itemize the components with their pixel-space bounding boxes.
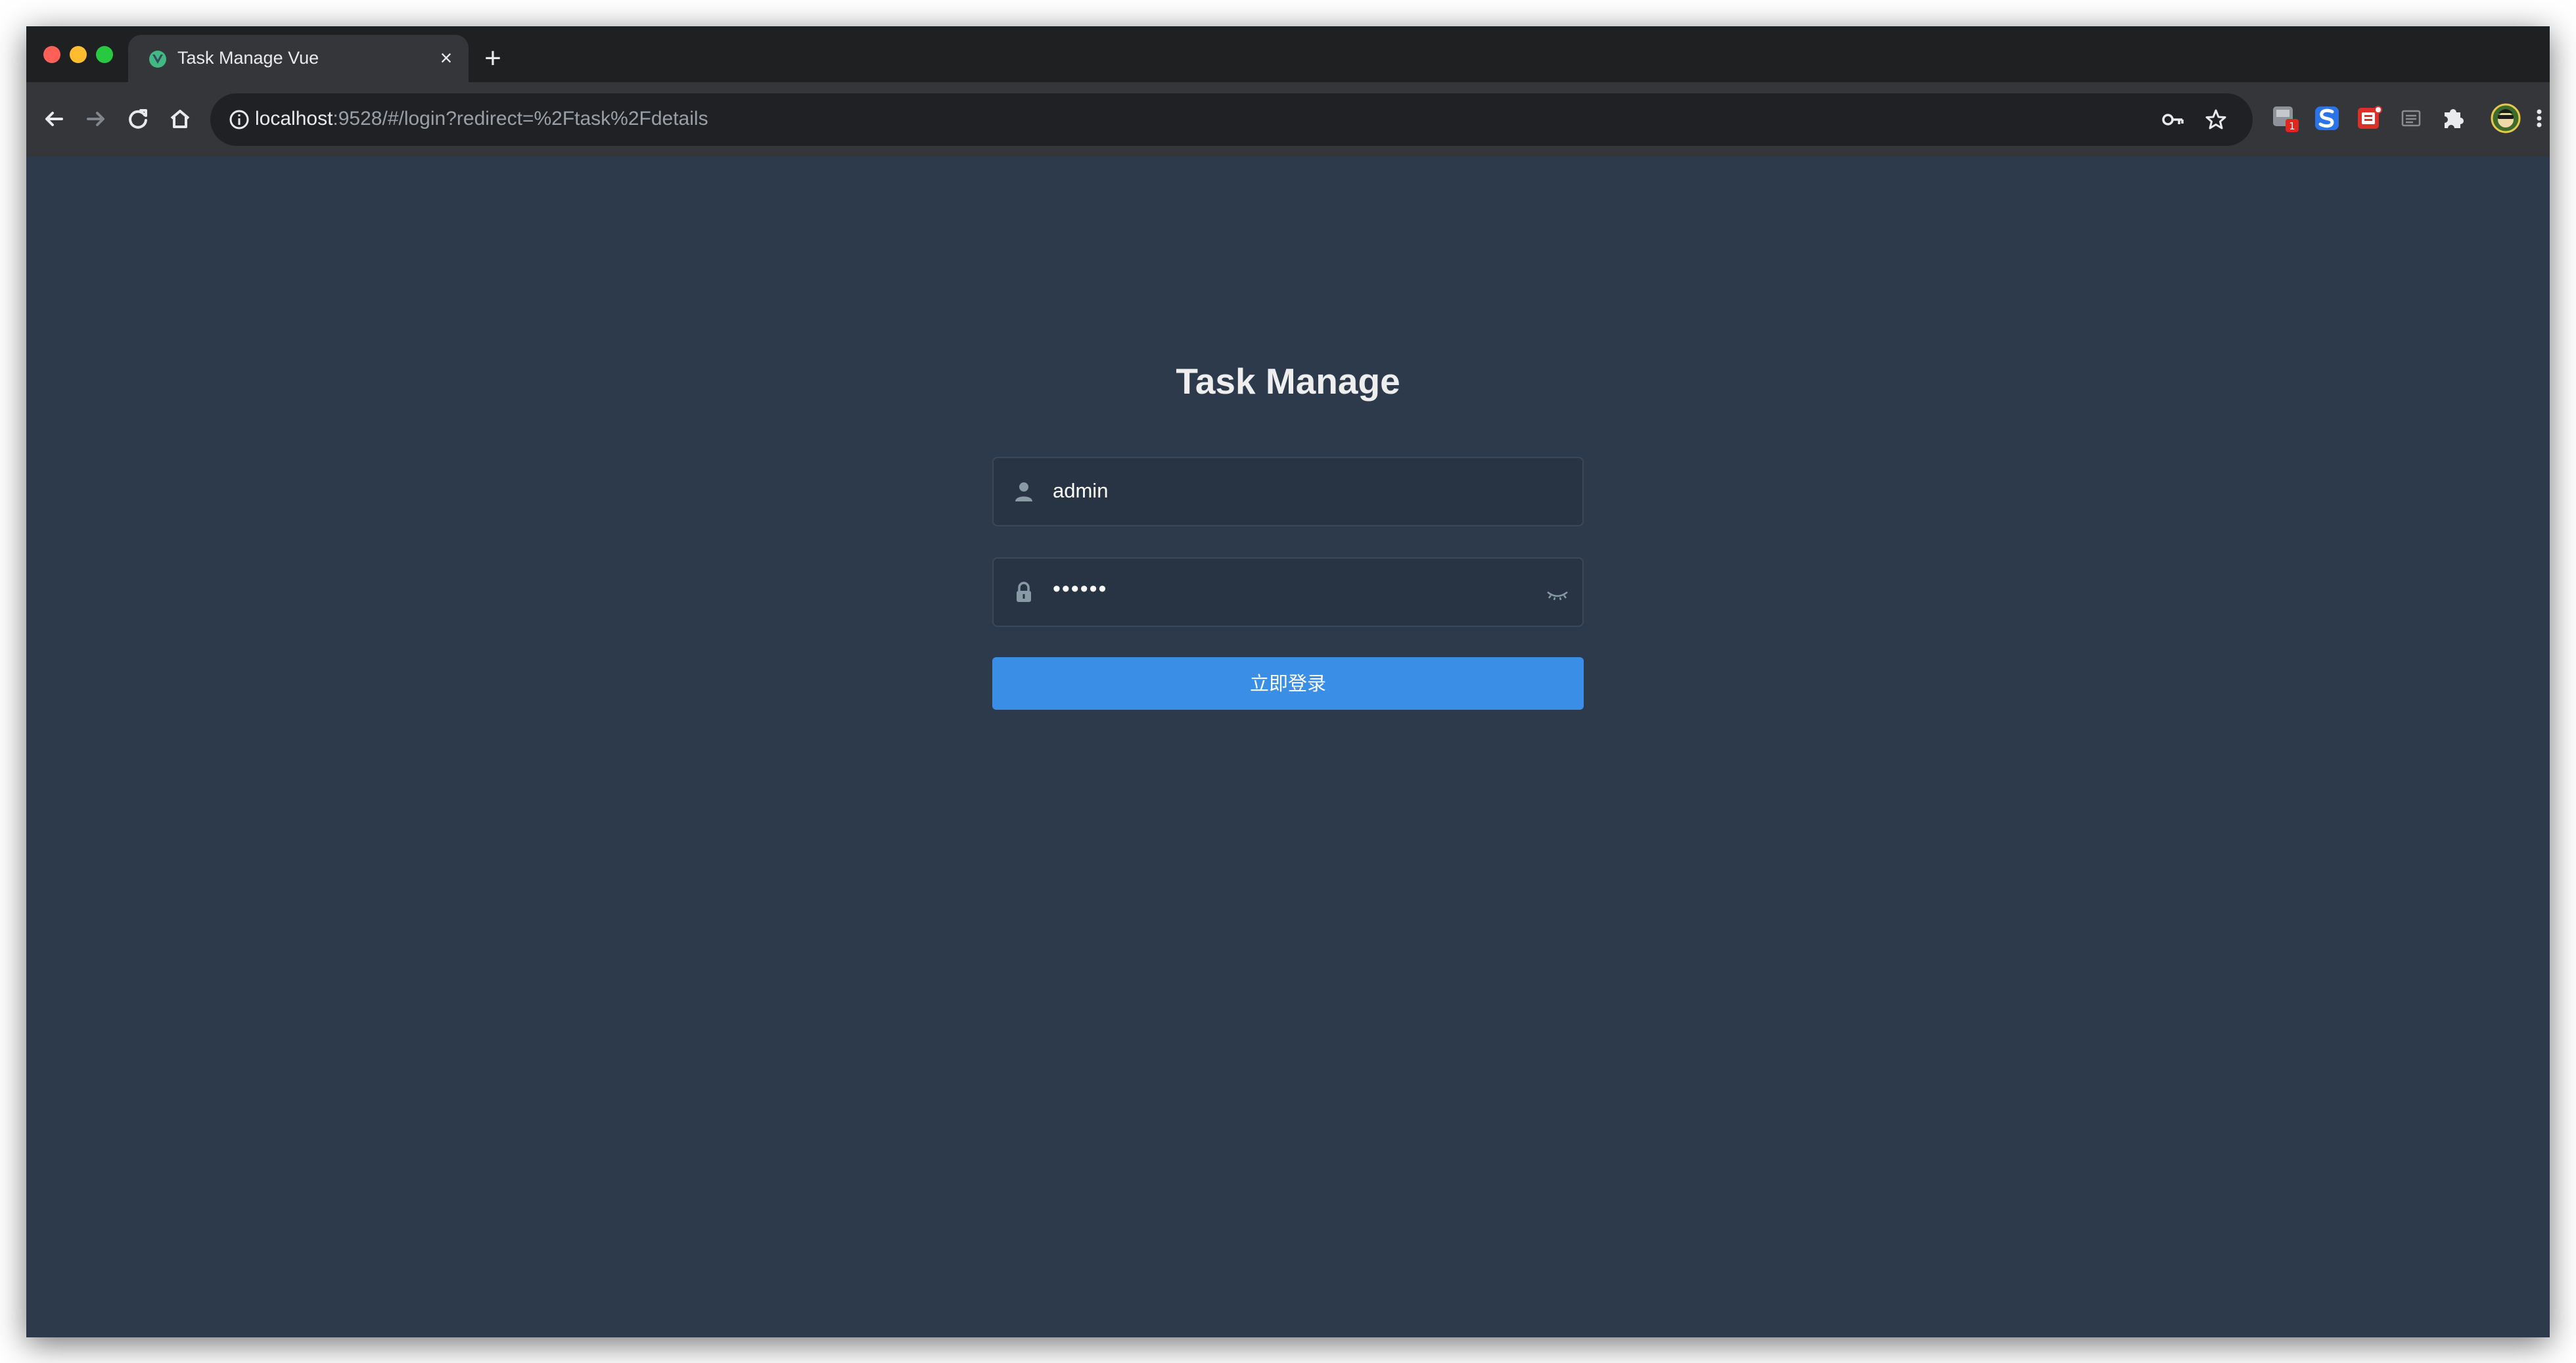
site-info-icon[interactable] <box>225 105 254 134</box>
tab-title: Task Manage Vue <box>177 48 319 68</box>
url-path: :9528/#/login?redirect=%2Ftask%2Fdetails <box>333 108 708 129</box>
password-value: •••••• <box>1053 576 1108 601</box>
kebab-menu-icon[interactable] <box>2530 102 2550 135</box>
bookmark-star-icon[interactable] <box>2201 105 2230 134</box>
extension-badge-count: 1 <box>2289 120 2295 132</box>
username-field[interactable]: admin <box>992 457 1584 526</box>
login-button[interactable]: 立即登录 <box>992 657 1584 710</box>
url-host: localhost <box>255 108 333 129</box>
new-tab-button[interactable]: + <box>480 44 506 73</box>
login-page: Task Manage admin •••••• 立即登录 <box>26 156 2550 1337</box>
back-arrow-icon[interactable] <box>39 104 68 133</box>
user-icon <box>1012 480 1036 503</box>
key-icon[interactable] <box>2159 105 2188 134</box>
username-value: admin <box>1053 479 1109 502</box>
puzzle-icon[interactable] <box>2437 102 2470 135</box>
address-bar[interactable]: localhost:9528/#/login?redirect=%2Ftask%… <box>210 93 2253 146</box>
password-field[interactable]: •••••• <box>992 557 1584 627</box>
forward-arrow-icon[interactable] <box>81 104 110 133</box>
browser-window: Task Manage Vue × + localhost:9528/#/log… <box>26 26 2550 1337</box>
reload-icon[interactable] <box>124 104 152 133</box>
tab-strip: Task Manage Vue × + <box>26 26 2550 82</box>
red-extension-icon[interactable] <box>2353 102 2385 135</box>
vue-favicon-icon <box>149 51 166 68</box>
window-minimize-button[interactable] <box>70 46 87 63</box>
browser-toolbar: localhost:9528/#/login?redirect=%2Ftask%… <box>26 82 2550 156</box>
tab-task-manage[interactable]: Task Manage Vue × <box>128 35 469 82</box>
home-icon[interactable] <box>166 104 195 133</box>
s-extension-icon[interactable] <box>2311 102 2343 135</box>
page-title: Task Manage <box>1176 361 1400 402</box>
lock-icon <box>1012 580 1036 604</box>
profile-avatar[interactable] <box>2489 102 2522 135</box>
url-text[interactable]: localhost:9528/#/login?redirect=%2Ftask%… <box>255 108 708 130</box>
tab-close-icon[interactable]: × <box>434 47 458 70</box>
reader-icon[interactable] <box>2395 102 2427 135</box>
extension-badge-icon[interactable]: 1 <box>2268 102 2301 135</box>
window-close-button[interactable] <box>43 46 60 63</box>
eye-closed-icon[interactable] <box>1544 582 1571 605</box>
window-maximize-button[interactable] <box>96 46 113 63</box>
